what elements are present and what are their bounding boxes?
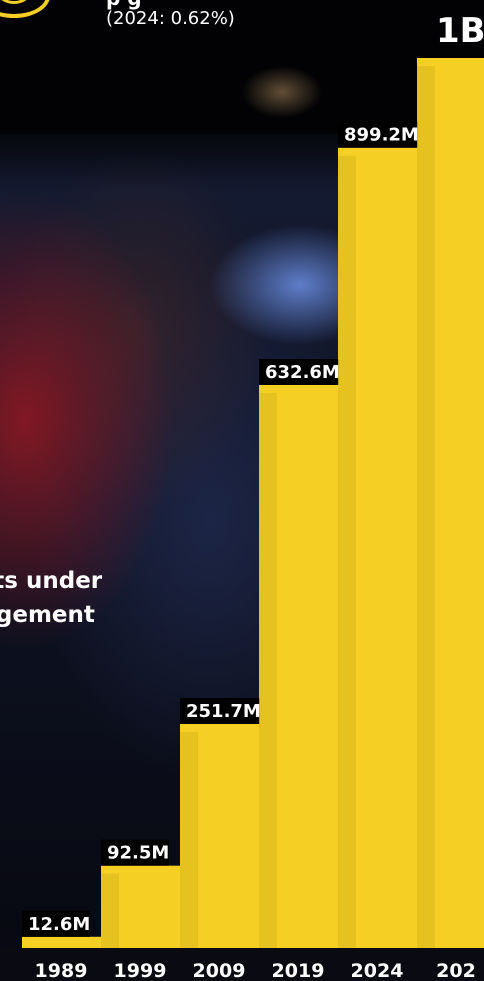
x-tick-label-2024: 2024 <box>351 960 404 981</box>
x-tick-label-1989: 1989 <box>35 960 88 981</box>
x-tick-label-2019: 2019 <box>272 960 325 981</box>
bar-shade-202 <box>417 66 435 948</box>
bar-shade-2009 <box>180 731 198 948</box>
bar-shade-2019 <box>259 392 277 949</box>
bar-shade-1999 <box>101 873 119 948</box>
data-label-202: 1B <box>436 11 484 51</box>
x-tick-label-2009: 2009 <box>193 960 246 981</box>
data-label-1999: 92.5M <box>107 843 169 864</box>
x-tick-label-1999: 1999 <box>114 960 167 981</box>
data-label-2024: 899.2M <box>344 125 419 146</box>
bar-shade-2024 <box>338 155 356 948</box>
infographic: ↓ p g (2024: 0.62%) sets under nagement … <box>0 0 484 981</box>
data-label-2019: 632.6M <box>265 362 340 383</box>
x-tick-label-202: 202 <box>436 960 476 981</box>
data-label-2009: 251.7M <box>186 701 261 722</box>
data-label-1989: 12.6M <box>28 914 90 935</box>
bar-chart: 12.6M 92.5M 251.7M 632.6M 899.2M 1B 1989 1999 20… <box>0 11 484 981</box>
